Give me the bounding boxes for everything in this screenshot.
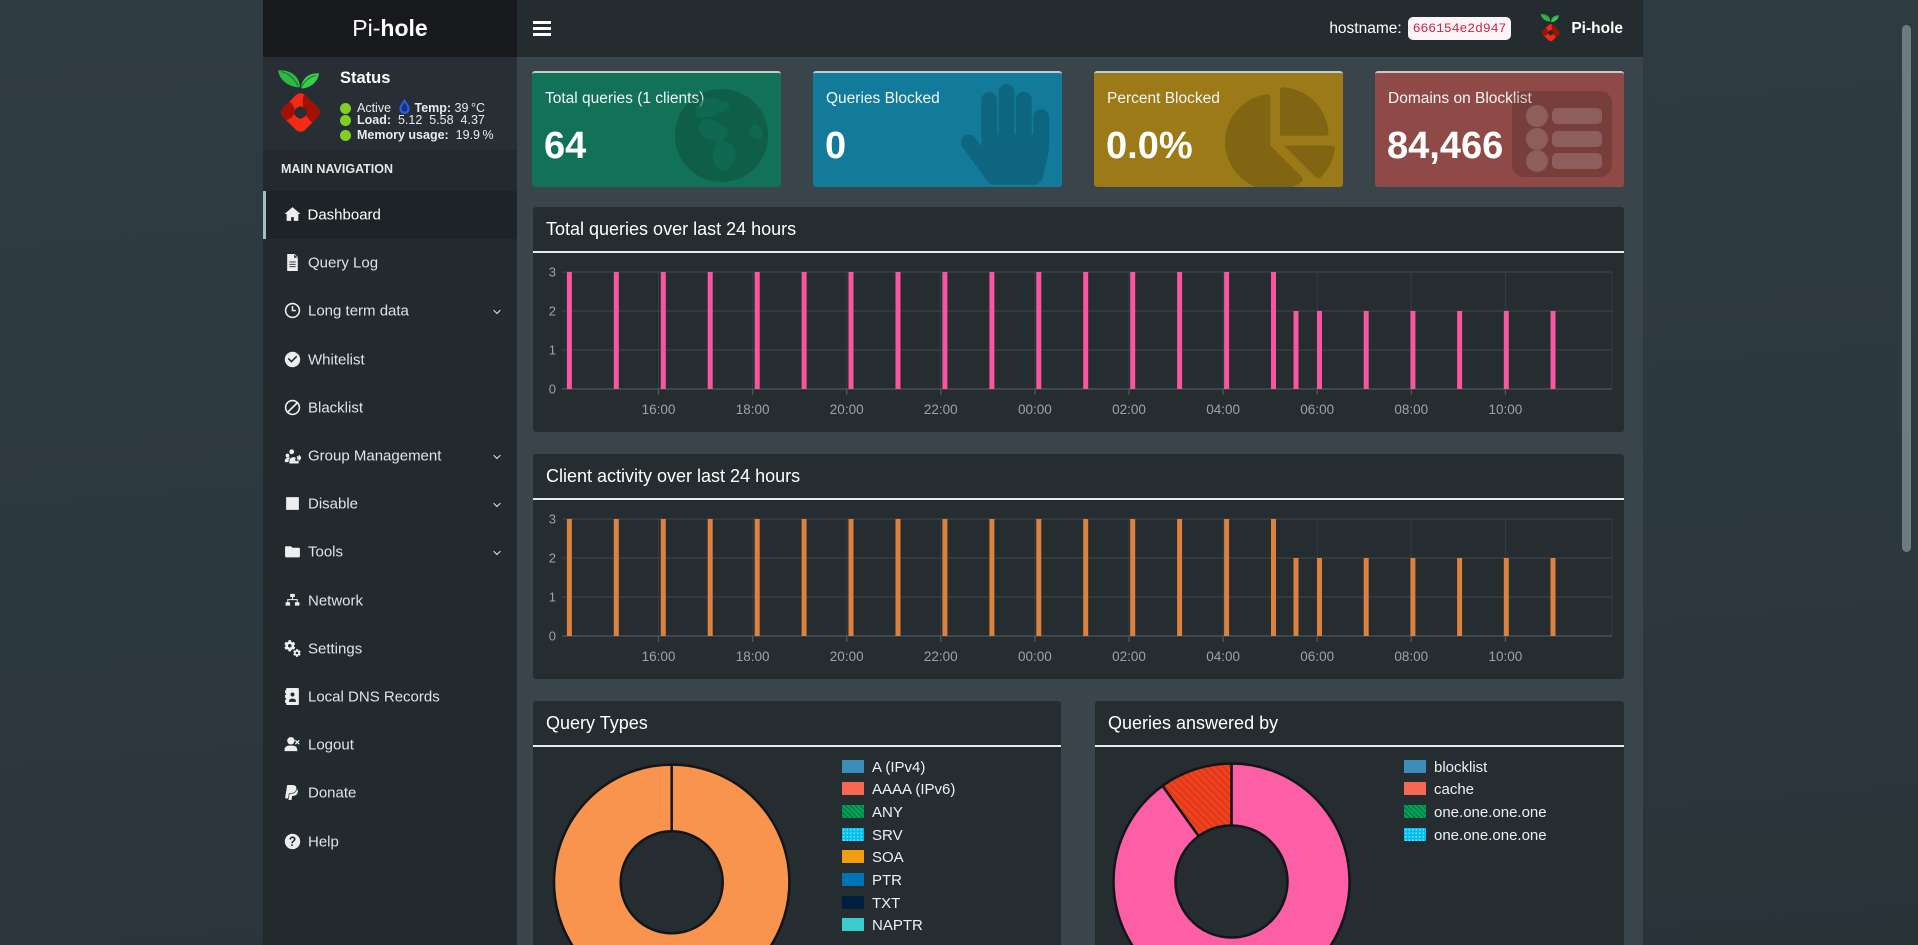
svg-text:20:00: 20:00	[830, 402, 864, 417]
svg-text:00:00: 00:00	[1018, 402, 1052, 417]
svg-text:08:00: 08:00	[1394, 649, 1428, 664]
svg-text:0: 0	[549, 629, 556, 644]
svg-text:10:00: 10:00	[1489, 649, 1523, 664]
svg-text:08:00: 08:00	[1394, 402, 1428, 417]
svg-text:16:00: 16:00	[642, 649, 676, 664]
svg-text:16:00: 16:00	[642, 402, 676, 417]
svg-text:22:00: 22:00	[924, 402, 958, 417]
svg-text:2: 2	[549, 551, 556, 566]
svg-text:22:00: 22:00	[924, 649, 958, 664]
svg-text:04:00: 04:00	[1206, 649, 1240, 664]
svg-text:06:00: 06:00	[1300, 402, 1334, 417]
svg-text:18:00: 18:00	[736, 649, 770, 664]
svg-text:3: 3	[549, 265, 556, 280]
svg-text:2: 2	[549, 304, 556, 319]
svg-text:1: 1	[549, 590, 556, 605]
svg-text:1: 1	[549, 343, 556, 358]
svg-text:04:00: 04:00	[1206, 402, 1240, 417]
svg-text:18:00: 18:00	[736, 402, 770, 417]
svg-text:02:00: 02:00	[1112, 649, 1146, 664]
svg-text:00:00: 00:00	[1018, 649, 1052, 664]
svg-text:0: 0	[549, 382, 556, 397]
svg-text:20:00: 20:00	[830, 649, 864, 664]
svg-text:10:00: 10:00	[1489, 402, 1523, 417]
svg-text:3: 3	[549, 512, 556, 527]
svg-text:06:00: 06:00	[1300, 649, 1334, 664]
svg-text:02:00: 02:00	[1112, 402, 1146, 417]
